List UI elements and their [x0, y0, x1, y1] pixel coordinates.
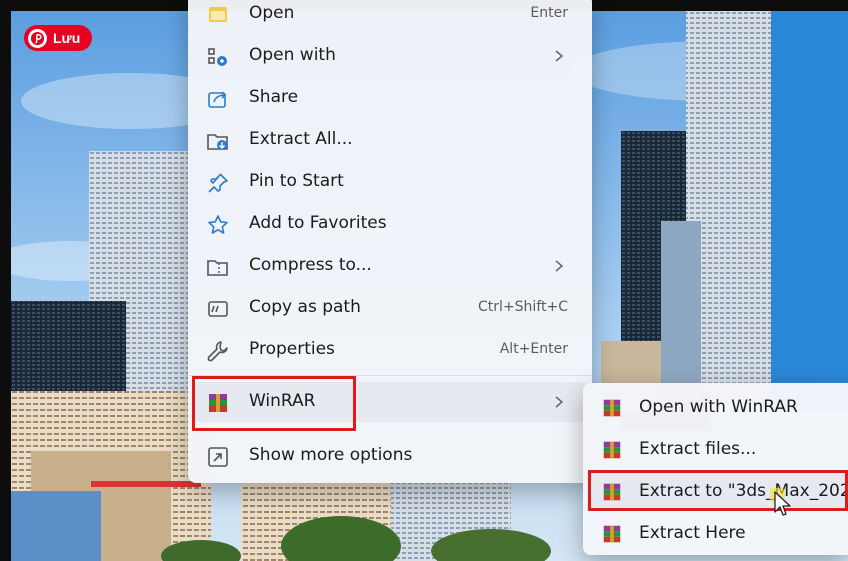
menu-item-label: Properties [249, 339, 335, 359]
compress-icon [206, 255, 230, 279]
menu-item-pin-to-start[interactable]: Pin to Start [194, 162, 586, 202]
winrar-icon [601, 523, 623, 545]
menu-item-label: Share [249, 87, 299, 107]
chevron-right-icon [555, 50, 564, 62]
menu-item-label: Open with [249, 45, 336, 65]
more-options-icon [206, 445, 230, 469]
winrar-icon [601, 397, 623, 419]
submenu-item-open-with-winrar[interactable]: Open with WinRAR [587, 387, 848, 427]
menu-item-open-with[interactable]: Open with [194, 36, 586, 76]
winrar-highlight-box [192, 376, 356, 431]
menu-item-shortcut: Alt+Enter [499, 341, 568, 357]
menu-item-copy-as-path[interactable]: Copy as path Ctrl+Shift+C [194, 288, 586, 328]
menu-item-label: Extract All... [249, 129, 353, 149]
pinterest-save-button[interactable]: Lưu [24, 25, 93, 51]
pin-icon [206, 171, 230, 195]
menu-item-label: Compress to... [249, 255, 372, 275]
winrar-icon [601, 439, 623, 461]
pinterest-save-label: Lưu [53, 30, 81, 46]
share-icon [206, 87, 230, 111]
menu-item-extract-all[interactable]: Extract All... [194, 120, 586, 160]
mouse-cursor-icon [770, 488, 791, 516]
menu-item-label: Open [249, 3, 295, 23]
pinterest-icon [28, 28, 47, 48]
menu-item-open[interactable]: Open Enter [194, 0, 586, 34]
winrar-submenu: Open with WinRAR Extract files... Extrac… [583, 383, 848, 555]
chevron-right-icon [555, 396, 564, 408]
open-with-icon [206, 45, 230, 69]
extract-all-icon [206, 129, 230, 153]
menu-item-properties[interactable]: Properties Alt+Enter [194, 330, 586, 370]
menu-item-label: Copy as path [249, 297, 361, 317]
chevron-right-icon [555, 260, 564, 272]
wrench-icon [206, 339, 230, 363]
menu-item-share[interactable]: Share [194, 78, 586, 118]
menu-item-label: Add to Favorites [249, 213, 387, 233]
submenu-item-label: Open with WinRAR [639, 397, 798, 417]
menu-item-compress-to[interactable]: Compress to... [194, 246, 586, 286]
submenu-item-label: Extract files... [639, 439, 757, 459]
menu-item-shortcut: Ctrl+Shift+C [478, 299, 568, 315]
submenu-item-extract-files[interactable]: Extract files... [587, 429, 848, 469]
submenu-item-label: Extract Here [639, 523, 746, 543]
menu-item-show-more-options[interactable]: Show more options [194, 436, 586, 476]
star-icon [206, 213, 230, 237]
copy-path-icon [206, 297, 230, 321]
open-icon [206, 3, 230, 27]
extract-to-highlight-box [588, 470, 848, 511]
menu-item-shortcut: Enter [530, 5, 568, 21]
submenu-item-extract-here[interactable]: Extract Here [587, 513, 848, 553]
menu-item-label: Pin to Start [249, 171, 344, 191]
menu-item-add-to-favorites[interactable]: Add to Favorites [194, 204, 586, 244]
menu-item-label: Show more options [249, 445, 413, 465]
